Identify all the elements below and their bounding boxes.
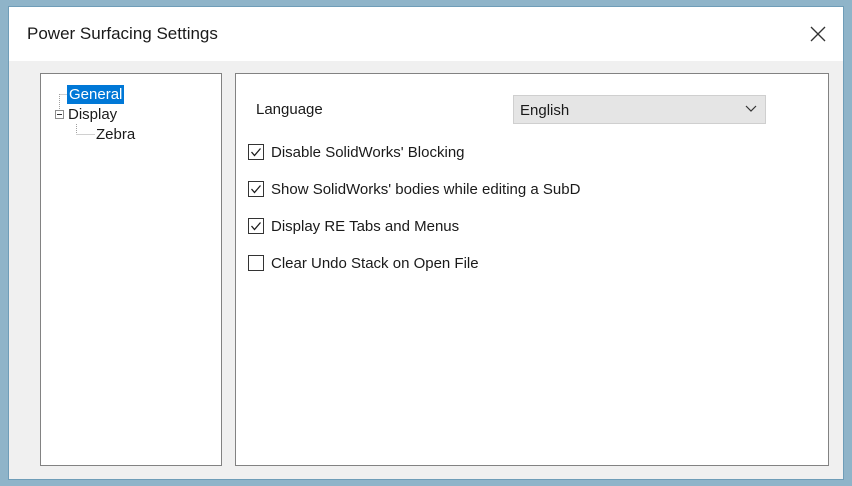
general-settings-panel: Language English Disable SolidWorks' Blo… bbox=[235, 73, 829, 466]
checkbox[interactable] bbox=[248, 218, 264, 234]
collapse-icon[interactable] bbox=[55, 110, 64, 119]
option-display-re-tabs[interactable]: Display RE Tabs and Menus bbox=[248, 216, 459, 236]
option-label: Disable SolidWorks' Blocking bbox=[271, 143, 465, 161]
checkmark-icon bbox=[251, 222, 261, 231]
tree-item-zebra[interactable]: Zebra bbox=[96, 125, 135, 144]
checkbox[interactable] bbox=[248, 144, 264, 160]
language-select[interactable]: English bbox=[513, 95, 766, 124]
settings-tree: General Display Zebra bbox=[40, 73, 222, 466]
option-disable-blocking[interactable]: Disable SolidWorks' Blocking bbox=[248, 142, 465, 162]
title-bar: Power Surfacing Settings bbox=[9, 7, 843, 61]
language-select-value: English bbox=[520, 102, 570, 119]
option-label: Display RE Tabs and Menus bbox=[271, 217, 460, 235]
close-button[interactable] bbox=[801, 17, 835, 51]
option-clear-undo-stack[interactable]: Clear Undo Stack on Open File bbox=[248, 253, 479, 273]
chevron-down-icon bbox=[745, 105, 757, 112]
checkmark-icon bbox=[251, 148, 261, 157]
tree-item-general[interactable]: General bbox=[67, 85, 125, 104]
dialog-title: Power Surfacing Settings bbox=[27, 24, 218, 43]
option-show-bodies[interactable]: Show SolidWorks' bodies while editing a … bbox=[248, 179, 580, 199]
settings-dialog: Power Surfacing Settings General Display… bbox=[8, 6, 844, 480]
option-label: Show SolidWorks' bodies while editing a … bbox=[271, 180, 581, 198]
checkbox[interactable] bbox=[248, 255, 264, 271]
language-label: Language bbox=[256, 101, 323, 118]
checkmark-icon bbox=[251, 185, 261, 194]
option-label: Clear Undo Stack on Open File bbox=[271, 254, 479, 272]
checkbox[interactable] bbox=[248, 181, 264, 197]
close-icon bbox=[810, 26, 826, 42]
tree-item-display[interactable]: Display bbox=[68, 105, 117, 124]
